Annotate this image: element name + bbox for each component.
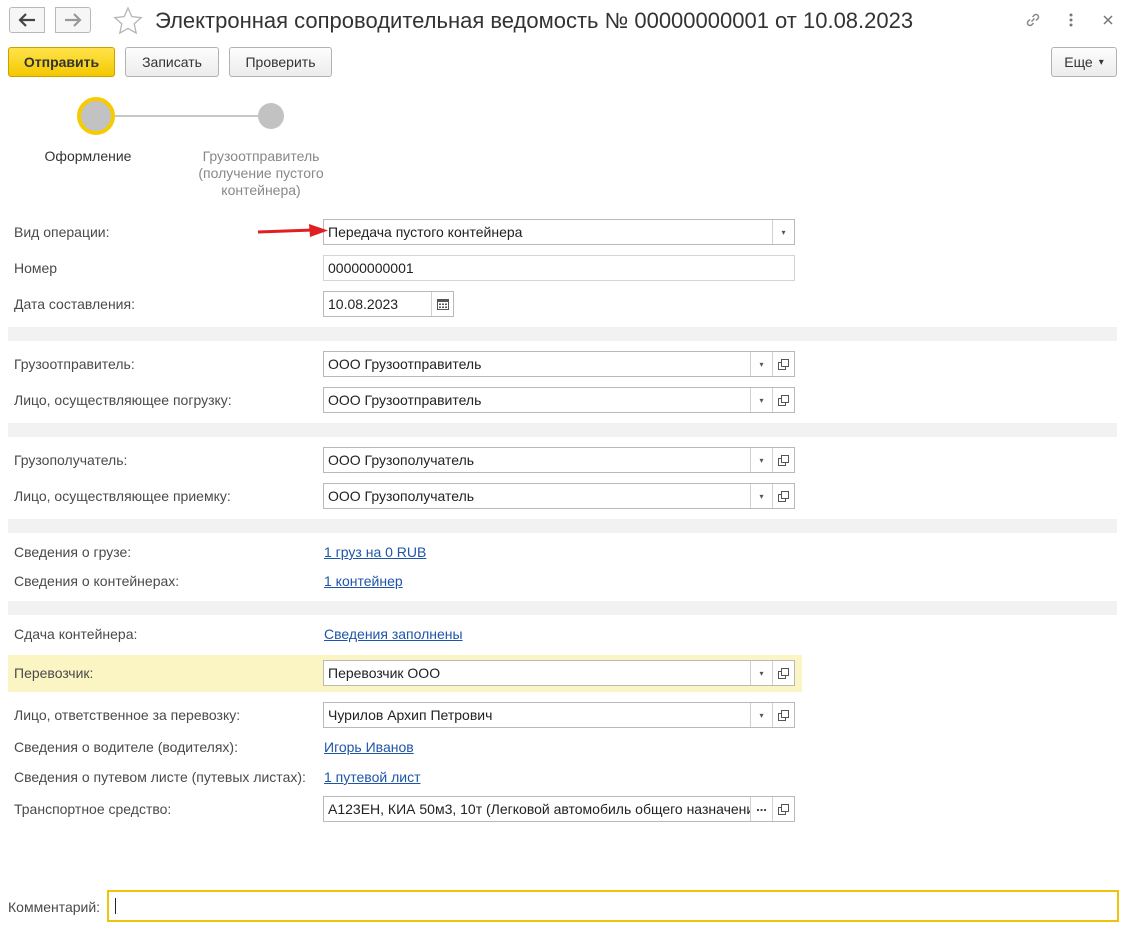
link-icon[interactable]: [1022, 9, 1044, 31]
ellipsis-button[interactable]: ...: [750, 797, 772, 821]
dropdown-arrow-icon[interactable]: ▾: [750, 484, 772, 508]
waybills-label: Сведения о путевом листе (путевых листах…: [14, 769, 306, 785]
drivers-link[interactable]: Игорь Иванов: [324, 739, 414, 755]
carrier-select[interactable]: Перевозчик ООО ▾: [323, 660, 795, 686]
page-title: Электронная сопроводительная ведомость №…: [155, 8, 914, 33]
receiver-label: Лицо, осуществляющее приемку:: [14, 488, 231, 504]
open-icon[interactable]: [772, 484, 794, 508]
dropdown-arrow-icon[interactable]: ▾: [750, 703, 772, 727]
open-icon[interactable]: [772, 703, 794, 727]
step-next-indicator[interactable]: [258, 103, 284, 129]
consignee-select[interactable]: ООО Грузополучатель ▾: [323, 447, 795, 473]
open-icon[interactable]: [772, 448, 794, 472]
send-button[interactable]: Отправить: [8, 47, 115, 77]
number-field[interactable]: 00000000001: [323, 255, 795, 281]
star-icon[interactable]: [113, 6, 143, 36]
loader-select[interactable]: ООО Грузоотправитель ▾: [323, 387, 795, 413]
cargo-info-link[interactable]: 1 груз на 0 RUB: [324, 544, 426, 560]
waybills-link[interactable]: 1 путевой лист: [324, 769, 420, 785]
section-separator: [8, 423, 1117, 437]
loader-label: Лицо, осуществляющее погрузку:: [14, 392, 232, 408]
steps-connector: [110, 115, 260, 117]
date-field[interactable]: 10.08.2023: [323, 291, 454, 317]
carrier-label: Перевозчик:: [14, 665, 94, 681]
operation-type-select[interactable]: Передача пустого контейнера ▾: [323, 219, 795, 245]
more-button-label: Еще: [1064, 54, 1093, 70]
section-separator: [8, 601, 1117, 615]
check-button[interactable]: Проверить: [229, 47, 332, 77]
save-button[interactable]: Записать: [125, 47, 219, 77]
open-icon[interactable]: [772, 388, 794, 412]
container-info-link[interactable]: 1 контейнер: [324, 573, 403, 589]
dropdown-arrow-icon[interactable]: ▾: [750, 388, 772, 412]
date-label: Дата составления:: [14, 296, 135, 312]
container-handover-link[interactable]: Сведения заполнены: [324, 626, 463, 642]
dropdown-arrow-icon[interactable]: ▾: [772, 220, 794, 244]
container-info-label: Сведения о контейнерах:: [14, 573, 180, 589]
shipper-label: Грузоотправитель:: [14, 356, 135, 372]
cargo-info-label: Сведения о грузе:: [14, 544, 132, 560]
operation-type-value: Передача пустого контейнера: [328, 224, 523, 240]
chevron-down-icon: ▾: [1098, 56, 1104, 68]
arrow-right-icon: [65, 13, 82, 27]
dropdown-arrow-icon[interactable]: ▾: [750, 448, 772, 472]
vehicle-select[interactable]: А123ЕН, КИА 50м3, 10т (Легковой автомоби…: [323, 796, 795, 822]
receiver-value: ООО Грузополучатель: [328, 488, 475, 504]
consignee-value: ООО Грузополучатель: [328, 452, 475, 468]
responsible-label: Лицо, ответственное за перевозку:: [14, 707, 241, 723]
dropdown-arrow-icon[interactable]: ▾: [750, 352, 772, 376]
dropdown-arrow-icon[interactable]: ▾: [750, 661, 772, 685]
drivers-label: Сведения о водителе (водителях):: [14, 739, 238, 755]
forward-button[interactable]: [55, 7, 91, 33]
carrier-value: Перевозчик ООО: [328, 665, 441, 681]
vehicle-label: Транспортное средство:: [14, 801, 172, 817]
more-button[interactable]: Еще ▾: [1051, 47, 1117, 77]
operation-type-label: Вид операции:: [14, 224, 110, 240]
shipper-value: ООО Грузоотправитель: [328, 356, 482, 372]
step-label-design[interactable]: Оформление: [28, 148, 148, 165]
date-value: 10.08.2023: [328, 296, 399, 312]
vehicle-value: А123ЕН, КИА 50м3, 10т (Легковой автомоби…: [328, 801, 750, 817]
section-separator: [8, 327, 1117, 341]
consignee-label: Грузополучатель:: [14, 452, 128, 468]
receiver-select[interactable]: ООО Грузополучатель ▾: [323, 483, 795, 509]
back-button[interactable]: [9, 7, 45, 33]
shipper-select[interactable]: ООО Грузоотправитель ▾: [323, 351, 795, 377]
step-active-indicator[interactable]: [77, 97, 115, 135]
more-vertical-icon[interactable]: [1060, 9, 1082, 31]
number-value: 00000000001: [328, 260, 414, 276]
step-label-shipper[interactable]: Грузоотправитель (получение пустого конт…: [180, 148, 342, 199]
container-handover-label: Сдача контейнера:: [14, 626, 138, 642]
number-label: Номер: [14, 260, 58, 276]
close-icon[interactable]: [1097, 9, 1119, 31]
responsible-select[interactable]: Чурилов Архип Петрович ▾: [323, 702, 795, 728]
loader-value: ООО Грузоотправитель: [328, 392, 482, 408]
arrow-left-icon: [18, 13, 35, 27]
comment-label: Комментарий:: [8, 899, 101, 915]
text-caret: [115, 898, 116, 914]
open-icon[interactable]: [772, 661, 794, 685]
annotation-arrow-icon: [257, 224, 328, 237]
responsible-value: Чурилов Архип Петрович: [328, 707, 493, 723]
open-icon[interactable]: [772, 797, 794, 821]
open-icon[interactable]: [772, 352, 794, 376]
comment-input[interactable]: [107, 890, 1119, 922]
calendar-icon[interactable]: [431, 292, 453, 316]
section-separator: [8, 519, 1117, 533]
